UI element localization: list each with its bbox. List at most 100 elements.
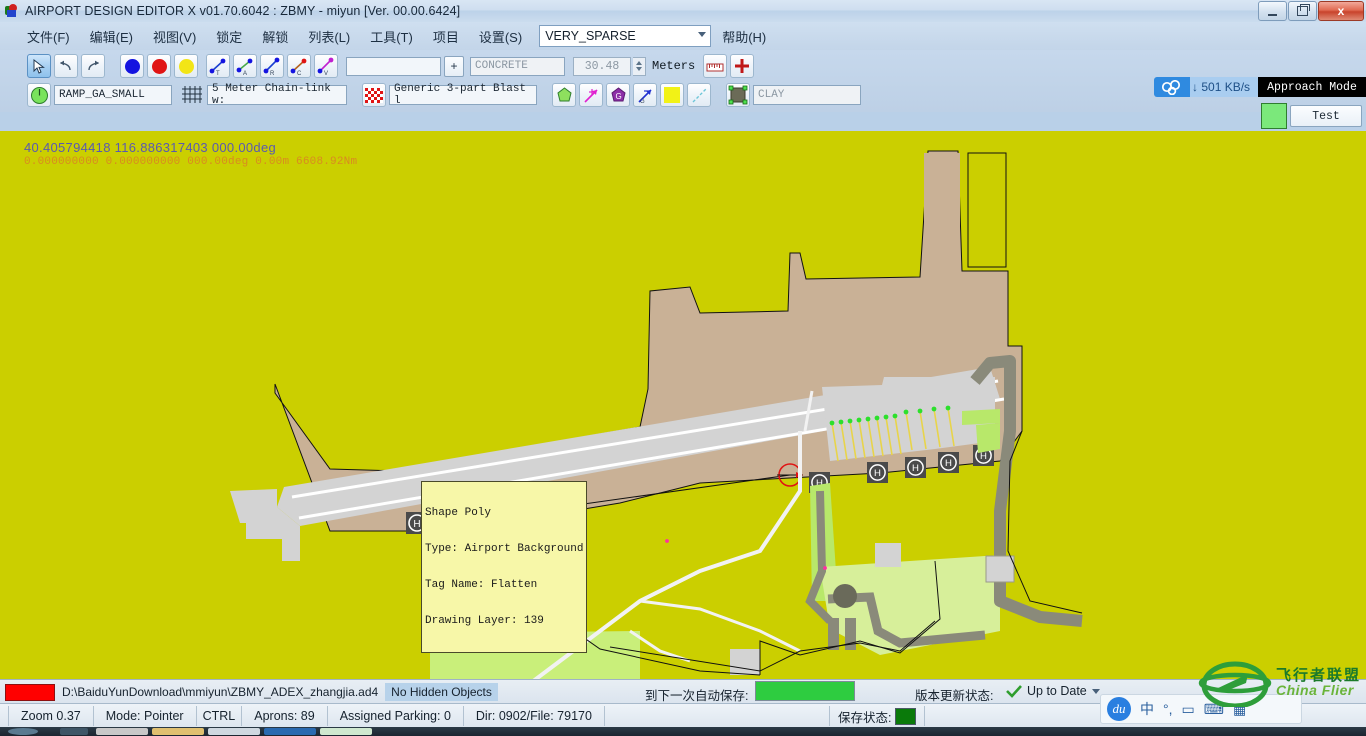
menu-help[interactable]: 帮助(H) xyxy=(713,24,775,49)
taskbar-item[interactable] xyxy=(320,728,372,735)
link-v-tool-button[interactable]: V xyxy=(314,54,338,78)
network-speed-text: ↓ 501 KB/s xyxy=(1190,80,1250,94)
taskbar-item[interactable] xyxy=(96,728,148,735)
marker-dot xyxy=(823,566,827,570)
marker-dot xyxy=(665,539,669,543)
baidu-logo-icon: du xyxy=(1107,697,1131,721)
crosshair-add-tool-button[interactable] xyxy=(730,54,754,78)
density-combo-value: VERY_SPARSE xyxy=(545,29,636,43)
blank-combo[interactable] xyxy=(346,57,441,76)
status-zoom: Zoom 0.37 xyxy=(8,706,94,726)
width-value-field[interactable]: 30.48 xyxy=(573,57,631,76)
svg-text:A: A xyxy=(243,71,247,76)
autosave-label: 到下一次自动保存: xyxy=(645,685,748,704)
airport-diagram: H H H H H xyxy=(0,131,1366,679)
menu-unlock[interactable]: 解锁 xyxy=(253,24,297,49)
checker-tool-button[interactable] xyxy=(362,83,386,107)
ime-panel-icon[interactable]: ▭ xyxy=(1182,701,1195,718)
density-combo[interactable]: VERY_SPARSE xyxy=(539,25,711,47)
svg-text:V: V xyxy=(324,71,328,76)
app-icon xyxy=(4,3,20,19)
green-polygon-tool-button[interactable] xyxy=(552,83,576,107)
yellow-node-button[interactable] xyxy=(174,54,198,78)
svg-text:R: R xyxy=(270,71,275,76)
link-c-tool-button[interactable]: C xyxy=(287,54,311,78)
fence-type-combo[interactable]: 5 Meter Chain-link w: xyxy=(207,85,347,105)
taskbar-item[interactable] xyxy=(152,728,204,735)
blast-type-combo[interactable]: Generic 3-part Blast l xyxy=(389,85,537,105)
menu-edit[interactable]: 编辑(E) xyxy=(81,24,142,49)
autosave-progress-bar xyxy=(755,681,855,701)
status-spare xyxy=(605,706,830,726)
dashed-line-tool-button[interactable] xyxy=(687,83,711,107)
taskbar-item[interactable] xyxy=(60,728,88,735)
material-combo[interactable]: CLAY xyxy=(753,85,861,105)
status-dir-file: Dir: 0902/File: 79170 xyxy=(464,706,605,726)
redo-button[interactable] xyxy=(81,54,105,78)
svg-text:H: H xyxy=(912,463,919,474)
select-region-tool-button[interactable] xyxy=(726,83,750,107)
toolbar: T A R C xyxy=(0,50,1366,112)
maximize-button[interactable] xyxy=(1288,1,1317,21)
svg-text:H: H xyxy=(980,451,987,462)
grid-tool-button[interactable] xyxy=(180,83,204,107)
blue-node-button[interactable] xyxy=(120,54,144,78)
download-arrow-icon: ↓ xyxy=(1192,80,1198,94)
minimize-button[interactable] xyxy=(1258,1,1287,21)
status-color-swatch xyxy=(1261,103,1287,129)
ime-chinese-toggle[interactable]: 中 xyxy=(1140,699,1154,719)
ramp-type-combo[interactable]: RAMP_GA_SMALL xyxy=(54,85,172,105)
pointer-tool-button[interactable] xyxy=(27,54,51,78)
purple-g-node-tool-button[interactable]: G xyxy=(606,83,630,107)
building xyxy=(875,543,901,567)
status-mode: Mode: Pointer xyxy=(94,706,197,726)
undo-button[interactable] xyxy=(54,54,78,78)
menu-lists[interactable]: 列表(L) xyxy=(299,24,359,49)
blue-arrow-g-tool-button[interactable]: G xyxy=(633,83,657,107)
coordinate-readout-primary: 40.405794418 116.886317403 000.00deg xyxy=(24,140,276,155)
network-speed-indicator[interactable]: ↓ 501 KB/s xyxy=(1154,77,1259,97)
menu-file[interactable]: 文件(F) xyxy=(18,24,79,49)
flier-globe-icon xyxy=(1196,661,1274,707)
hidden-objects-badge[interactable]: No Hidden Objects xyxy=(385,683,498,701)
taskbar-start-button[interactable] xyxy=(8,728,38,735)
link-t-tool-button[interactable]: T xyxy=(206,54,230,78)
save-state-cell: 保存状态: xyxy=(830,706,925,726)
approach-mode-badge[interactable]: Approach Mode xyxy=(1258,77,1366,97)
surface-combo[interactable]: CONCRETE xyxy=(470,57,565,76)
menu-bar: 文件(F) 编辑(E) 视图(V) 锁定 解锁 列表(L) 工具(T) 项目 设… xyxy=(0,22,1366,50)
grass-area-north xyxy=(976,423,1000,453)
ime-punctuation-toggle[interactable]: °, xyxy=(1163,701,1173,717)
yellow-fill-tool-button[interactable] xyxy=(660,83,684,107)
china-flier-watermark: 飞行者联盟 China Flier xyxy=(1196,661,1366,707)
surface-combo-value: CONCRETE xyxy=(475,60,528,72)
link-a-tool-button[interactable]: A xyxy=(233,54,257,78)
update-status[interactable]: Up to Date xyxy=(1006,684,1100,698)
map-canvas[interactable]: H H H H H xyxy=(0,131,1366,679)
tooltip-line-tag: Tag Name: Flatten xyxy=(425,579,583,591)
compass-tool-button[interactable] xyxy=(27,83,51,107)
close-button[interactable]: x xyxy=(1318,1,1364,21)
svg-text:G: G xyxy=(640,99,645,104)
link-r-tool-button[interactable]: R xyxy=(260,54,284,78)
save-state-indicator xyxy=(895,708,916,725)
magenta-arrow-tool-button[interactable] xyxy=(579,83,603,107)
menu-view[interactable]: 视图(V) xyxy=(144,24,205,49)
application-window: AIRPORT DESIGN EDITOR X v01.70.6042 : ZB… xyxy=(0,0,1366,736)
add-button[interactable]: + xyxy=(444,56,464,77)
title-bar: AIRPORT DESIGN EDITOR X v01.70.6042 : ZB… xyxy=(0,0,1366,23)
cloud-icon xyxy=(1154,77,1190,97)
menu-lock[interactable]: 锁定 xyxy=(207,24,251,49)
taskbar-item[interactable] xyxy=(264,728,316,735)
test-button[interactable]: Test xyxy=(1290,105,1362,127)
menu-settings[interactable]: 设置(S) xyxy=(470,24,531,49)
width-stepper[interactable] xyxy=(633,57,646,76)
check-mark-icon xyxy=(1006,685,1022,698)
red-node-button[interactable] xyxy=(147,54,171,78)
chevron-down-icon xyxy=(1092,689,1100,694)
tooltip-line-layer: Drawing Layer: 139 xyxy=(425,615,583,627)
ruler-tool-button[interactable] xyxy=(703,54,727,78)
taskbar-item[interactable] xyxy=(208,728,260,735)
menu-tools[interactable]: 工具(T) xyxy=(361,24,422,49)
menu-project[interactable]: 项目 xyxy=(424,24,468,49)
